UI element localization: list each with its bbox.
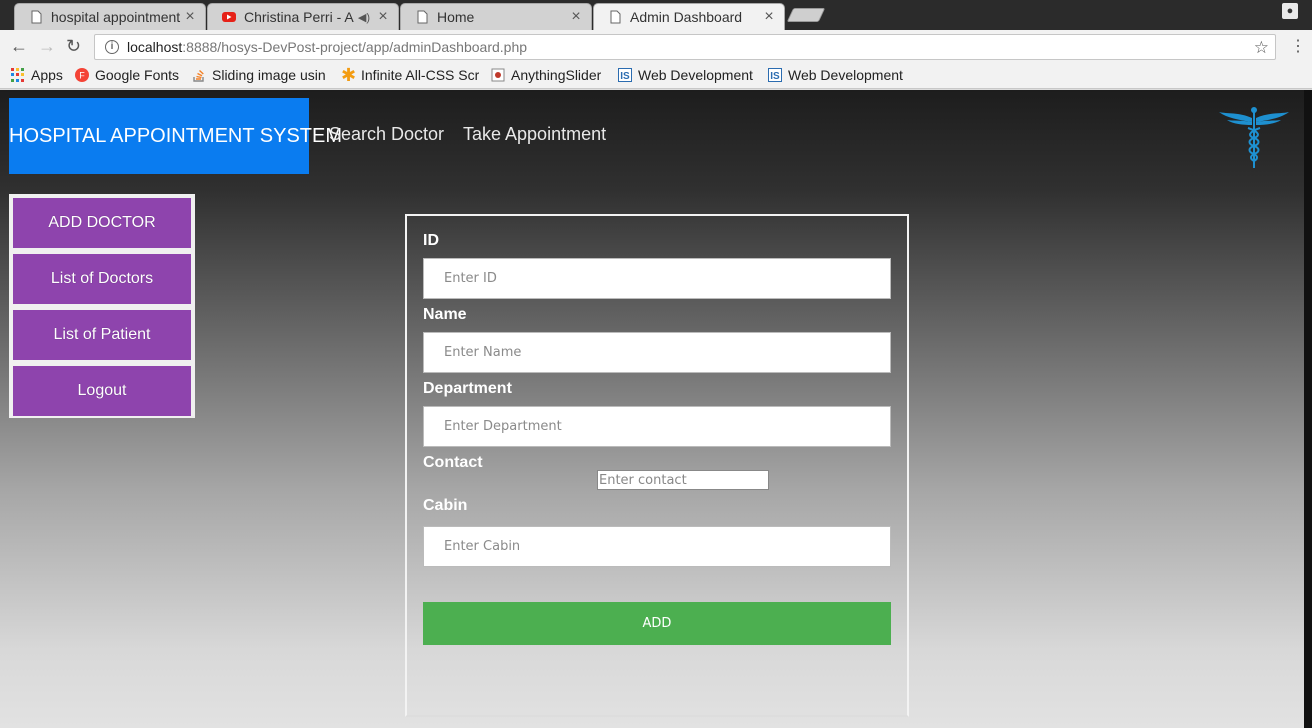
- id-input[interactable]: [423, 258, 891, 299]
- youtube-icon: [222, 12, 236, 22]
- bookmark-web-development-1[interactable]: IS Web Development: [618, 67, 756, 83]
- page-body: HOSPITAL APPOINTMENT SYSTEM Search Docto…: [0, 90, 1312, 728]
- page-icon: [31, 10, 42, 24]
- bookmark-apps[interactable]: Apps: [11, 67, 63, 83]
- contact-input[interactable]: [597, 470, 769, 490]
- apps-grid-icon: [11, 68, 25, 82]
- anythingslider-icon: [491, 68, 505, 82]
- page-edge: [1304, 90, 1312, 728]
- brand-title[interactable]: HOSPITAL APPOINTMENT SYSTEM: [9, 98, 342, 174]
- bookmark-google-fonts[interactable]: F Google Fonts: [75, 67, 179, 83]
- tab-title: Home: [437, 9, 475, 25]
- url-host: localhost: [127, 39, 183, 55]
- id-label: ID: [423, 232, 439, 249]
- new-tab-button[interactable]: [786, 8, 826, 22]
- address-bar[interactable]: i localhost :8888/hosys-DevPost-project/…: [94, 34, 1276, 60]
- sidebar-add-doctor-button[interactable]: ADD DOCTOR: [13, 198, 191, 248]
- bookmark-web-development-2[interactable]: IS Web Development: [768, 67, 908, 83]
- browser-tab-bar: hospital appointment × Christina Perri -…: [0, 0, 1312, 30]
- reload-icon[interactable]: ↻: [66, 37, 81, 55]
- url-path: :8888/hosys-DevPost-project/app/adminDas…: [182, 39, 528, 55]
- close-icon[interactable]: ×: [183, 9, 197, 25]
- page-icon: [417, 10, 428, 24]
- name-input[interactable]: [423, 332, 891, 373]
- department-input[interactable]: [423, 406, 891, 447]
- page-icon: [610, 10, 621, 24]
- profile-icon[interactable]: ●: [1282, 3, 1298, 19]
- bookmark-label: Web Development: [638, 67, 753, 83]
- tab-title: hospital appointment: [51, 9, 181, 25]
- svg-text:IS: IS: [770, 71, 780, 82]
- nav-search-doctor[interactable]: Search Doctor: [329, 124, 444, 145]
- bookmark-anythingslider[interactable]: AnythingSlider: [491, 67, 601, 83]
- forward-arrow-icon[interactable]: →: [38, 37, 56, 55]
- site-header: HOSPITAL APPOINTMENT SYSTEM Search Docto…: [9, 98, 1304, 174]
- add-doctor-form: ID Name Department Contact Cabin ADD: [405, 214, 909, 717]
- close-icon[interactable]: ×: [762, 9, 776, 25]
- bookmark-label: Sliding image usin: [212, 67, 326, 83]
- sidebar-list-doctors-button[interactable]: List of Doctors: [13, 254, 191, 304]
- bookmark-label: Google Fonts: [95, 67, 180, 83]
- bookmark-label: AnythingSlider: [511, 67, 602, 83]
- browser-toolbar: ← → ↻ i localhost :8888/hosys-DevPost-pr…: [0, 30, 1312, 63]
- stackoverflow-icon: [193, 69, 204, 82]
- bookmark-label: Web Development: [788, 67, 903, 83]
- sidebar-logout-button[interactable]: Logout: [13, 366, 191, 416]
- admin-sidebar: ADD DOCTOR List of Doctors List of Patie…: [9, 194, 195, 418]
- bookmark-sliding-image[interactable]: Sliding image usin: [192, 67, 328, 83]
- browser-tab-home[interactable]: Home ×: [400, 3, 592, 30]
- browser-tab-youtube[interactable]: Christina Perri - A ◀) ×: [207, 3, 399, 30]
- cabin-label: Cabin: [423, 497, 468, 514]
- speaker-icon[interactable]: ◀): [358, 11, 370, 24]
- tab-title: Admin Dashboard: [630, 9, 743, 25]
- back-arrow-icon[interactable]: ←: [10, 37, 28, 55]
- sidebar-list-patients-button[interactable]: List of Patient: [13, 310, 191, 360]
- info-icon[interactable]: i: [105, 40, 119, 54]
- bookmark-label: Infinite All-CSS Scr: [361, 67, 479, 83]
- svg-text:IS: IS: [620, 71, 630, 82]
- bookmark-label: Apps: [31, 67, 63, 83]
- bookmarks-bar: Apps F Google Fonts Sliding image usin ✱…: [0, 63, 1312, 89]
- add-button[interactable]: ADD: [423, 602, 891, 645]
- close-icon[interactable]: ×: [569, 9, 583, 25]
- browser-tab-hospital[interactable]: hospital appointment ×: [14, 3, 206, 30]
- cabin-input[interactable]: [423, 526, 891, 567]
- bookmark-star-icon[interactable]: ☆: [1254, 38, 1269, 58]
- menu-icon[interactable]: ⋮: [1290, 36, 1306, 56]
- svg-text:F: F: [79, 71, 85, 81]
- tab-title: Christina Perri - A: [244, 9, 354, 25]
- caduceus-logo-icon: [1219, 107, 1289, 168]
- browser-tab-admin-dashboard[interactable]: Admin Dashboard ×: [593, 3, 785, 30]
- name-label: Name: [423, 306, 467, 323]
- contact-label: Contact: [423, 454, 483, 471]
- google-fonts-icon: F: [75, 68, 89, 82]
- bookmark-infinite-css[interactable]: ✱ Infinite All-CSS Scr: [341, 67, 479, 83]
- asterisk-icon: ✱: [341, 67, 357, 83]
- department-label: Department: [423, 380, 512, 397]
- nav-take-appointment[interactable]: Take Appointment: [463, 124, 606, 145]
- close-icon[interactable]: ×: [376, 9, 390, 25]
- web-dev-icon: IS: [768, 68, 782, 82]
- web-dev-icon: IS: [618, 68, 632, 82]
